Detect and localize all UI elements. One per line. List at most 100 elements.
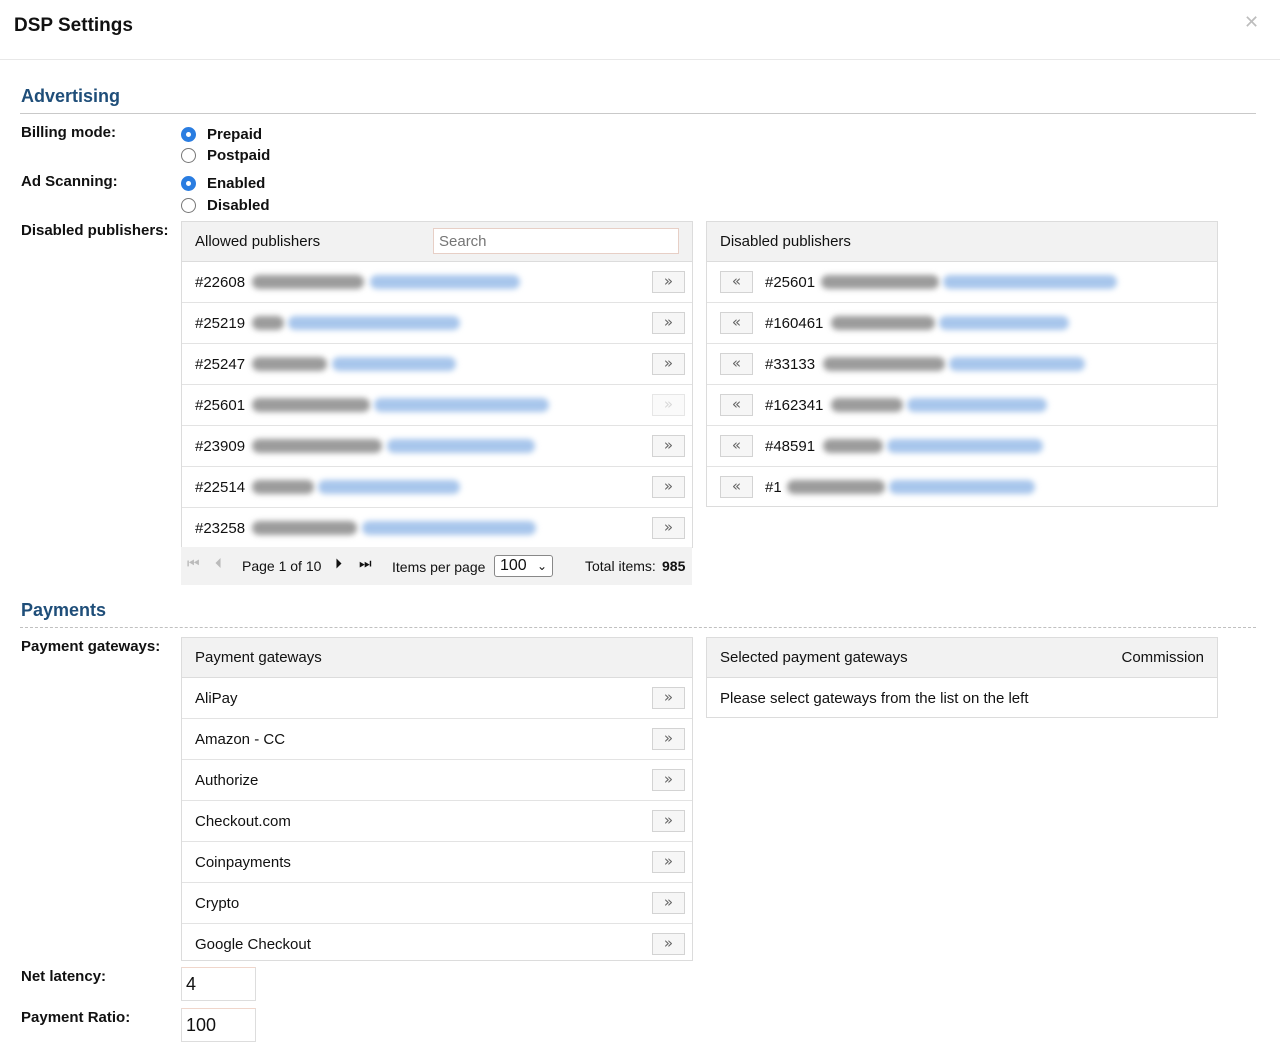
redacted-name [252,357,327,371]
list-item: Authorize » [182,760,692,801]
payment-gateways-panel: Payment gateways AliPay » Amazon - CC » … [181,637,693,961]
last-page-icon[interactable]: ⏭ [359,556,372,572]
move-right-button[interactable]: » [652,312,685,334]
redacted-name [252,521,357,535]
add-gateway-button[interactable]: » [652,687,685,709]
gateway-name: Google Checkout [195,936,311,953]
close-icon[interactable]: ✕ [1244,12,1259,33]
billing-prepaid-option[interactable]: Prepaid [181,124,262,144]
table-row: #25247 » [182,344,692,385]
table-row: #23909 » [182,426,692,467]
chevron-down-icon: ⌄ [536,559,547,573]
allowed-publishers-title: Allowed publishers [195,233,321,250]
publisher-id: #1 [765,479,782,496]
redacted-name [831,316,935,330]
move-left-button[interactable]: « [720,394,753,416]
billing-postpaid-option[interactable]: Postpaid [181,145,270,165]
table-row: « #1 [707,467,1217,508]
radio-enabled[interactable] [181,175,196,191]
scanning-disabled-option[interactable]: Disabled [181,195,270,215]
add-gateway-button[interactable]: » [652,810,685,832]
list-item: Crypto » [182,883,692,924]
gateway-name: Checkout.com [195,812,291,830]
payment-gateways-header: Payment gateways [182,638,692,678]
radio-prepaid[interactable] [181,126,196,142]
redacted-email [374,398,549,412]
total-items-label: Total items: [585,558,656,574]
redacted-email [907,398,1047,412]
next-page-icon[interactable]: ⏵ [335,556,342,572]
add-gateway-button[interactable]: » [652,728,685,750]
publisher-id: #23258 [195,520,246,537]
page-indicator: Page 1 of 10 [242,558,322,574]
add-gateway-button[interactable]: » [652,892,685,914]
redacted-email [362,521,536,535]
redacted-email [889,480,1035,494]
selected-gateways-title: Selected payment gateways [720,649,908,666]
redacted-name [252,439,382,453]
list-item: Coinpayments » [182,842,692,883]
dialog-header: DSP Settings ✕ [0,0,1280,60]
gateway-name: AliPay [195,689,238,707]
move-right-button[interactable]: » [652,271,685,293]
redacted-name [252,316,284,330]
section-advertising: Advertising [20,84,1256,114]
move-right-button[interactable]: » [652,517,685,539]
redacted-email [939,316,1069,330]
empty-gateways-message: Please select gateways from the list on … [720,690,1029,707]
move-left-button[interactable]: « [720,435,753,457]
publisher-id: #162341 [765,396,824,414]
gateway-name: Authorize [195,771,259,789]
allowed-publishers-header: Allowed publishers [182,222,692,262]
previous-page-icon[interactable]: ⏴ [215,556,222,572]
move-right-button[interactable]: » [652,353,685,375]
redacted-email [949,357,1085,371]
radio-disabled[interactable] [181,197,196,213]
payment-ratio-label: Payment Ratio: [21,1009,131,1026]
billing-mode-label: Billing mode: [21,124,116,141]
publisher-id: #25247 [195,355,246,373]
publisher-id: #25601 [765,273,816,291]
move-left-button[interactable]: « [720,271,753,293]
add-gateway-button[interactable]: » [652,933,685,955]
move-left-button[interactable]: « [720,312,753,334]
redacted-email [318,480,460,494]
publisher-id: #25601 [195,396,246,414]
radio-postpaid-label: Postpaid [207,146,271,164]
publisher-id: #33133 [765,355,816,373]
disabled-publishers-header: Disabled publishers [707,222,1217,262]
first-page-icon[interactable]: ⏮ [187,556,200,572]
redacted-name [823,439,883,453]
move-left-button[interactable]: « [720,476,753,498]
table-row: #23258 » [182,508,692,549]
publisher-search-input[interactable] [433,228,679,254]
net-latency-input[interactable]: 4 [181,967,256,1001]
move-left-button[interactable]: « [720,353,753,375]
total-items-value: 985 [662,558,686,574]
disabled-publishers-label: Disabled publishers: [21,222,169,239]
commission-title: Commission [1121,649,1204,666]
redacted-email [332,357,456,371]
table-row: « #48591 [707,426,1217,467]
publisher-id: #22514 [195,478,246,496]
publisher-id: #160461 [765,314,824,332]
move-right-button[interactable]: » [652,394,685,416]
payment-ratio-input[interactable]: 100 [181,1008,256,1042]
redacted-email [288,316,460,330]
radio-enabled-label: Enabled [207,174,266,192]
items-per-page-select[interactable]: 100 ⌄ [494,555,553,577]
ad-scanning-label: Ad Scanning: [21,173,118,190]
section-payments: Payments [20,598,1256,628]
selected-gateways-panel: Selected payment gateways Commission Ple… [706,637,1218,718]
payment-gateways-label: Payment gateways: [21,638,161,655]
radio-disabled-label: Disabled [207,196,270,214]
scanning-enabled-option[interactable]: Enabled [181,173,265,193]
move-right-button[interactable]: » [652,435,685,457]
add-gateway-button[interactable]: » [652,851,685,873]
table-row: #25219 » [182,303,692,344]
radio-postpaid[interactable] [181,147,196,163]
move-right-button[interactable]: » [652,476,685,498]
publisher-pager: ⏮ ⏴ Page 1 of 10 ⏵ ⏭ Items per page 100 … [181,547,692,585]
add-gateway-button[interactable]: » [652,769,685,791]
redacted-name [252,480,314,494]
